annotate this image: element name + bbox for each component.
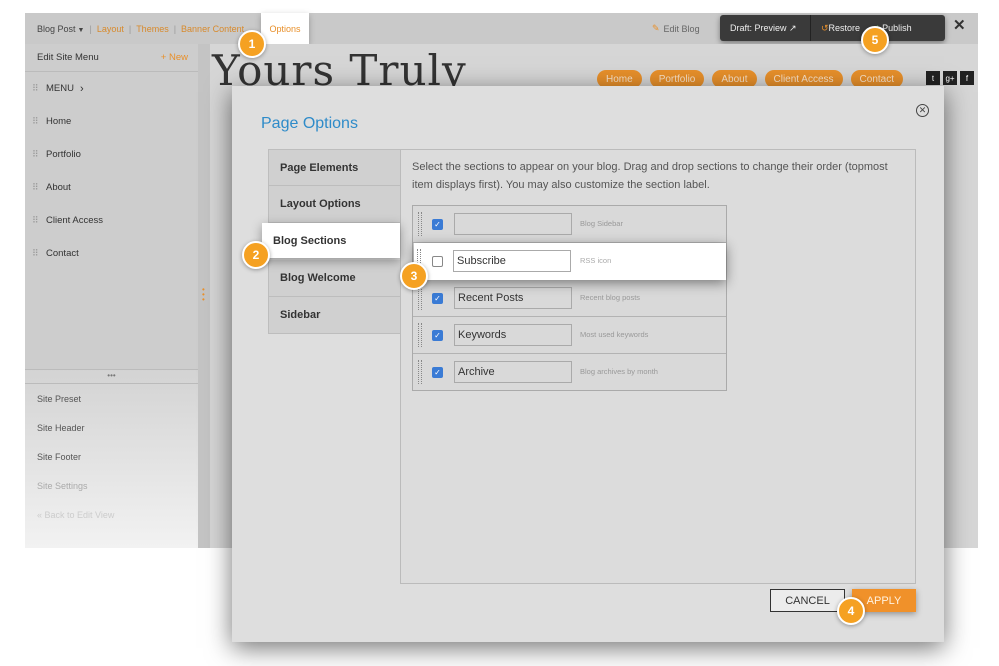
facebook-icon[interactable]: f (960, 71, 974, 85)
menu-header-item[interactable]: ⠿ MENU › (25, 72, 198, 105)
tab-layout-options[interactable]: Layout Options (268, 186, 401, 223)
section-checkbox[interactable]: ✓ (432, 219, 443, 230)
section-row-recent-posts[interactable]: ✓ Recent blog posts (413, 280, 726, 317)
sidebar-resize-bar[interactable]: • • • (198, 44, 210, 548)
menu-item-portfolio[interactable]: ⠿ Portfolio (25, 138, 198, 171)
section-row-blog-sidebar[interactable]: ✓ Blog Sidebar (413, 206, 726, 243)
step-badge-3: 3 (400, 262, 428, 290)
twitter-icon[interactable]: t (926, 71, 940, 85)
section-row-archive[interactable]: ✓ Blog archives by month (413, 354, 726, 391)
nav-layout[interactable]: Layout (97, 24, 124, 34)
section-hint: Most used keywords (580, 330, 649, 339)
site-settings-link[interactable]: Site Settings (25, 471, 198, 500)
tab-page-elements[interactable]: Page Elements (268, 149, 401, 186)
section-hint: Recent blog posts (580, 293, 641, 302)
restore-button[interactable]: ↺Restore (811, 23, 860, 34)
tab-blog-sections[interactable]: Blog Sections (262, 223, 400, 258)
drag-handle-icon[interactable] (418, 323, 422, 347)
google-plus-icon[interactable]: g+ (943, 71, 957, 85)
back-to-edit-view-link[interactable]: « Back to Edit View (25, 500, 198, 529)
sidebar-title: Edit Site Menu (37, 52, 99, 63)
site-footer-link[interactable]: Site Footer (25, 442, 198, 471)
step-badge-5: 5 (861, 26, 889, 54)
menu-item-client-access[interactable]: ⠿ Client Access (25, 204, 198, 237)
section-row-keywords[interactable]: ✓ Most used keywords (413, 317, 726, 354)
menu-item-home[interactable]: ⠿ Home (25, 105, 198, 138)
nav-themes[interactable]: Themes (136, 24, 169, 34)
subscribe-label-input[interactable] (453, 250, 571, 272)
edit-blog-link[interactable]: ✎ Edit Blog (652, 13, 700, 44)
menu-item-contact[interactable]: ⠿ Contact (25, 237, 198, 270)
site-preset-link[interactable]: Site Preset (25, 384, 198, 413)
site-header-link[interactable]: Site Header (25, 413, 198, 442)
site-menu-sidebar: Edit Site Menu + New ⠿ MENU › ⠿ Home ⠿ Portf… (25, 44, 198, 548)
section-label-input[interactable] (454, 287, 572, 309)
section-checkbox[interactable]: ✓ (432, 293, 443, 304)
section-label-input[interactable] (454, 213, 572, 235)
section-hint: Blog archives by month (580, 367, 658, 376)
panel-resize-handle[interactable]: ••• (25, 369, 198, 384)
rss-hint: RSS icon (580, 256, 612, 265)
tab-sidebar[interactable]: Sidebar (268, 297, 401, 334)
blog-sections-panel: Select the sections to appear on your bl… (400, 149, 916, 584)
section-checkbox[interactable]: ✓ (432, 367, 443, 378)
pencil-icon: ✎ (652, 23, 660, 33)
plus-icon: + (160, 52, 167, 63)
publish-controls: Draft: Preview ↗ ↺Restore ✓ Publish (720, 15, 945, 41)
drag-handle-icon[interactable]: ⠿ (32, 215, 40, 226)
sections-list: ✓ Blog Sidebar RSS icon ✓ Recent blog po… (412, 205, 727, 391)
draft-preview-button[interactable]: Draft: Preview ↗ (720, 23, 810, 34)
section-checkbox[interactable]: ✓ (432, 330, 443, 341)
step-badge-2: 2 (242, 241, 270, 269)
step-badge-4: 4 (837, 597, 865, 625)
drag-handle-icon[interactable] (418, 360, 422, 384)
nav-banner-content[interactable]: Banner Content (181, 24, 244, 34)
chevron-down-icon: ▼ (77, 26, 85, 34)
close-circle-icon[interactable]: ✕ (916, 104, 929, 117)
section-hint: Blog Sidebar (580, 219, 623, 228)
drag-handle-icon[interactable]: ⠿ (32, 83, 40, 94)
page-options-modal: Page Options ✕ Page Elements Layout Opti… (232, 86, 944, 642)
step-badge-1: 1 (238, 30, 266, 58)
drag-handle-icon[interactable]: ⠿ (32, 182, 40, 193)
close-editor-icon[interactable]: ✕ (953, 16, 966, 34)
double-chevron-left-icon: « (37, 509, 43, 520)
new-menu-item-button[interactable]: + New (161, 52, 188, 63)
chevron-right-icon: › (79, 82, 84, 95)
drag-handle-icon[interactable]: ⠿ (32, 116, 40, 127)
section-label-input[interactable] (454, 361, 572, 383)
drag-handle-icon[interactable]: ⠿ (32, 149, 40, 160)
sidebar-settings-panel: ••• Site Preset Site Header Site Footer … (25, 369, 198, 548)
cancel-button[interactable]: CANCEL (770, 589, 845, 612)
breadcrumb-blog-post[interactable]: Blog Post ▼ (37, 24, 84, 34)
subscribe-checkbox[interactable] (432, 256, 443, 267)
grip-dots-icon: • • • (202, 285, 205, 304)
nav-options-tab[interactable]: Options (261, 13, 309, 44)
modal-title: Page Options (261, 115, 358, 132)
section-label-input[interactable] (454, 324, 572, 346)
undo-icon: ↺ (821, 22, 829, 33)
section-row-subscribe-highlight[interactable]: RSS icon (414, 243, 726, 280)
sidebar-header: Edit Site Menu + New (25, 44, 198, 72)
editor-nav: Blog Post ▼ | Layout | Themes | Banner Co… (37, 23, 245, 34)
drag-handle-icon[interactable] (418, 212, 422, 236)
external-link-icon: ↗ (789, 22, 797, 33)
drag-handle-icon[interactable] (418, 286, 422, 310)
instructions-text: Select the sections to appear on your bl… (412, 161, 888, 191)
drag-handle-icon[interactable]: ⠿ (32, 248, 40, 259)
tab-blog-welcome[interactable]: Blog Welcome (268, 260, 401, 297)
menu-item-about[interactable]: ⠿ About (25, 171, 198, 204)
